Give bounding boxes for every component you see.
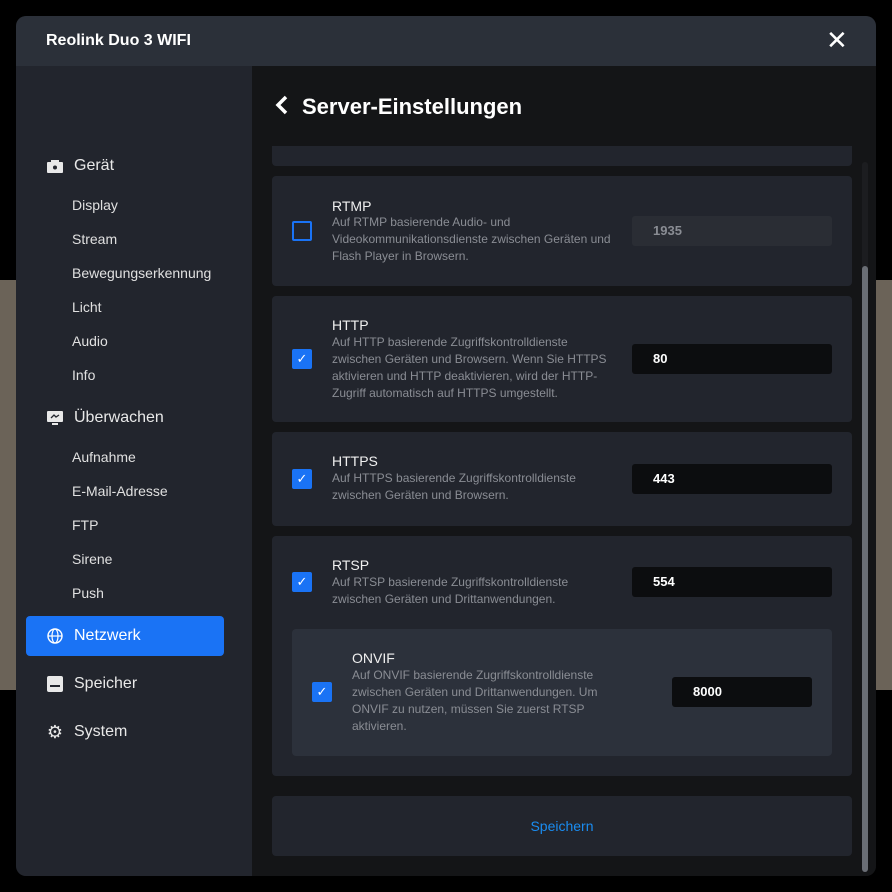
storage-icon (46, 675, 64, 693)
sidebar-item-display[interactable]: Display (72, 197, 118, 213)
service-name: RTSP (332, 557, 370, 573)
https-checkbox[interactable]: ✓ (292, 469, 312, 489)
sidebar-item-stream[interactable]: Stream (72, 231, 117, 247)
onvif-port-input[interactable]: 8000 (672, 677, 812, 707)
window-title: Reolink Duo 3 WIFI (46, 32, 191, 49)
settings-window: Reolink Duo 3 WIFI ✕ Gerät Display Strea… (16, 16, 876, 876)
sidebar-item-push[interactable]: Push (72, 585, 104, 601)
http-card: ✓ HTTP Auf HTTP basierende Zugriffskontr… (272, 296, 852, 422)
https-port-input[interactable]: 443 (632, 464, 832, 494)
onvif-checkbox[interactable]: ✓ (312, 682, 332, 702)
sidebar-item-geraet[interactable]: Gerät (26, 146, 224, 186)
sidebar-item-label: System (74, 723, 128, 740)
title-bar: Reolink Duo 3 WIFI ✕ (16, 16, 876, 66)
sidebar-item-email[interactable]: E-Mail-Adresse (72, 483, 168, 499)
sidebar-item-ftp[interactable]: FTP (72, 517, 98, 533)
service-description: Auf HTTP basierende Zugriffskontrolldien… (332, 335, 607, 400)
service-description: Auf HTTPS basierende Zugriffskontrolldie… (332, 471, 576, 502)
partial-card (272, 146, 852, 166)
sidebar-item-info[interactable]: Info (72, 367, 95, 383)
globe-icon (46, 627, 64, 645)
sidebar-item-speicher[interactable]: Speicher (26, 664, 224, 704)
rtsp-checkbox[interactable]: ✓ (292, 572, 312, 592)
sidebar-item-system[interactable]: ⚙ System (26, 712, 224, 752)
sidebar-item-audio[interactable]: Audio (72, 333, 108, 349)
https-card: ✓ HTTPS Auf HTTPS basierende Zugriffskon… (272, 432, 852, 526)
service-name: RTMP (332, 198, 372, 214)
rtsp-card: ✓ RTSP Auf RTSP basierende Zugriffskontr… (272, 536, 852, 776)
sidebar-item-label: Netzwerk (74, 627, 141, 644)
scrollbar-thumb[interactable] (862, 266, 868, 872)
sidebar-item-sirene[interactable]: Sirene (72, 551, 112, 567)
rtsp-port-input[interactable]: 554 (632, 567, 832, 597)
monitor-icon (46, 409, 64, 427)
close-icon[interactable]: ✕ (826, 27, 848, 53)
sidebar-item-licht[interactable]: Licht (72, 299, 102, 315)
sidebar-item-label: Speicher (74, 675, 138, 692)
service-name: HTTP (332, 317, 369, 333)
http-checkbox[interactable]: ✓ (292, 349, 312, 369)
service-description: Auf RTSP basierende Zugriffskontrolldien… (332, 575, 569, 606)
service-name: HTTPS (332, 453, 378, 469)
http-port-input[interactable]: 80 (632, 344, 832, 374)
sidebar-item-label: Gerät (74, 157, 115, 174)
service-description: Auf ONVIF basierende Zugriffskontrolldie… (352, 668, 598, 733)
scrollbar[interactable] (862, 162, 868, 872)
background-image (876, 280, 892, 690)
service-name: ONVIF (352, 650, 395, 666)
onvif-card: ✓ ONVIF Auf ONVIF basierende Zugriffskon… (292, 629, 832, 756)
rtmp-card: RTMP Auf RTMP basierende Audio- und Vide… (272, 176, 852, 286)
background-image (0, 280, 16, 690)
rtmp-checkbox[interactable] (292, 221, 312, 241)
save-button[interactable]: Speichern (272, 818, 852, 834)
back-chevron-icon[interactable] (274, 94, 290, 122)
save-bar: Speichern (272, 796, 852, 856)
service-description: Auf RTMP basierende Audio- und Videokomm… (332, 215, 611, 263)
camera-icon (46, 157, 64, 175)
sidebar-item-netzwerk[interactable]: Netzwerk (26, 616, 224, 656)
rtmp-port-input[interactable]: 1935 (632, 216, 832, 246)
sidebar-item-aufnahme[interactable]: Aufnahme (72, 449, 136, 465)
page-title: Server-Einstellungen (302, 94, 523, 119)
sidebar: Gerät Display Stream Bewegungserkennung … (16, 66, 252, 876)
sidebar-item-bewegungserkennung[interactable]: Bewegungserkennung (72, 265, 211, 281)
main-panel: Server-Einstellungen RTMP Auf RTMP basie… (252, 66, 876, 876)
sidebar-item-ueberwachen[interactable]: Überwachen (26, 398, 224, 438)
gear-icon: ⚙ (46, 721, 64, 742)
sidebar-item-label: Überwachen (74, 409, 164, 426)
